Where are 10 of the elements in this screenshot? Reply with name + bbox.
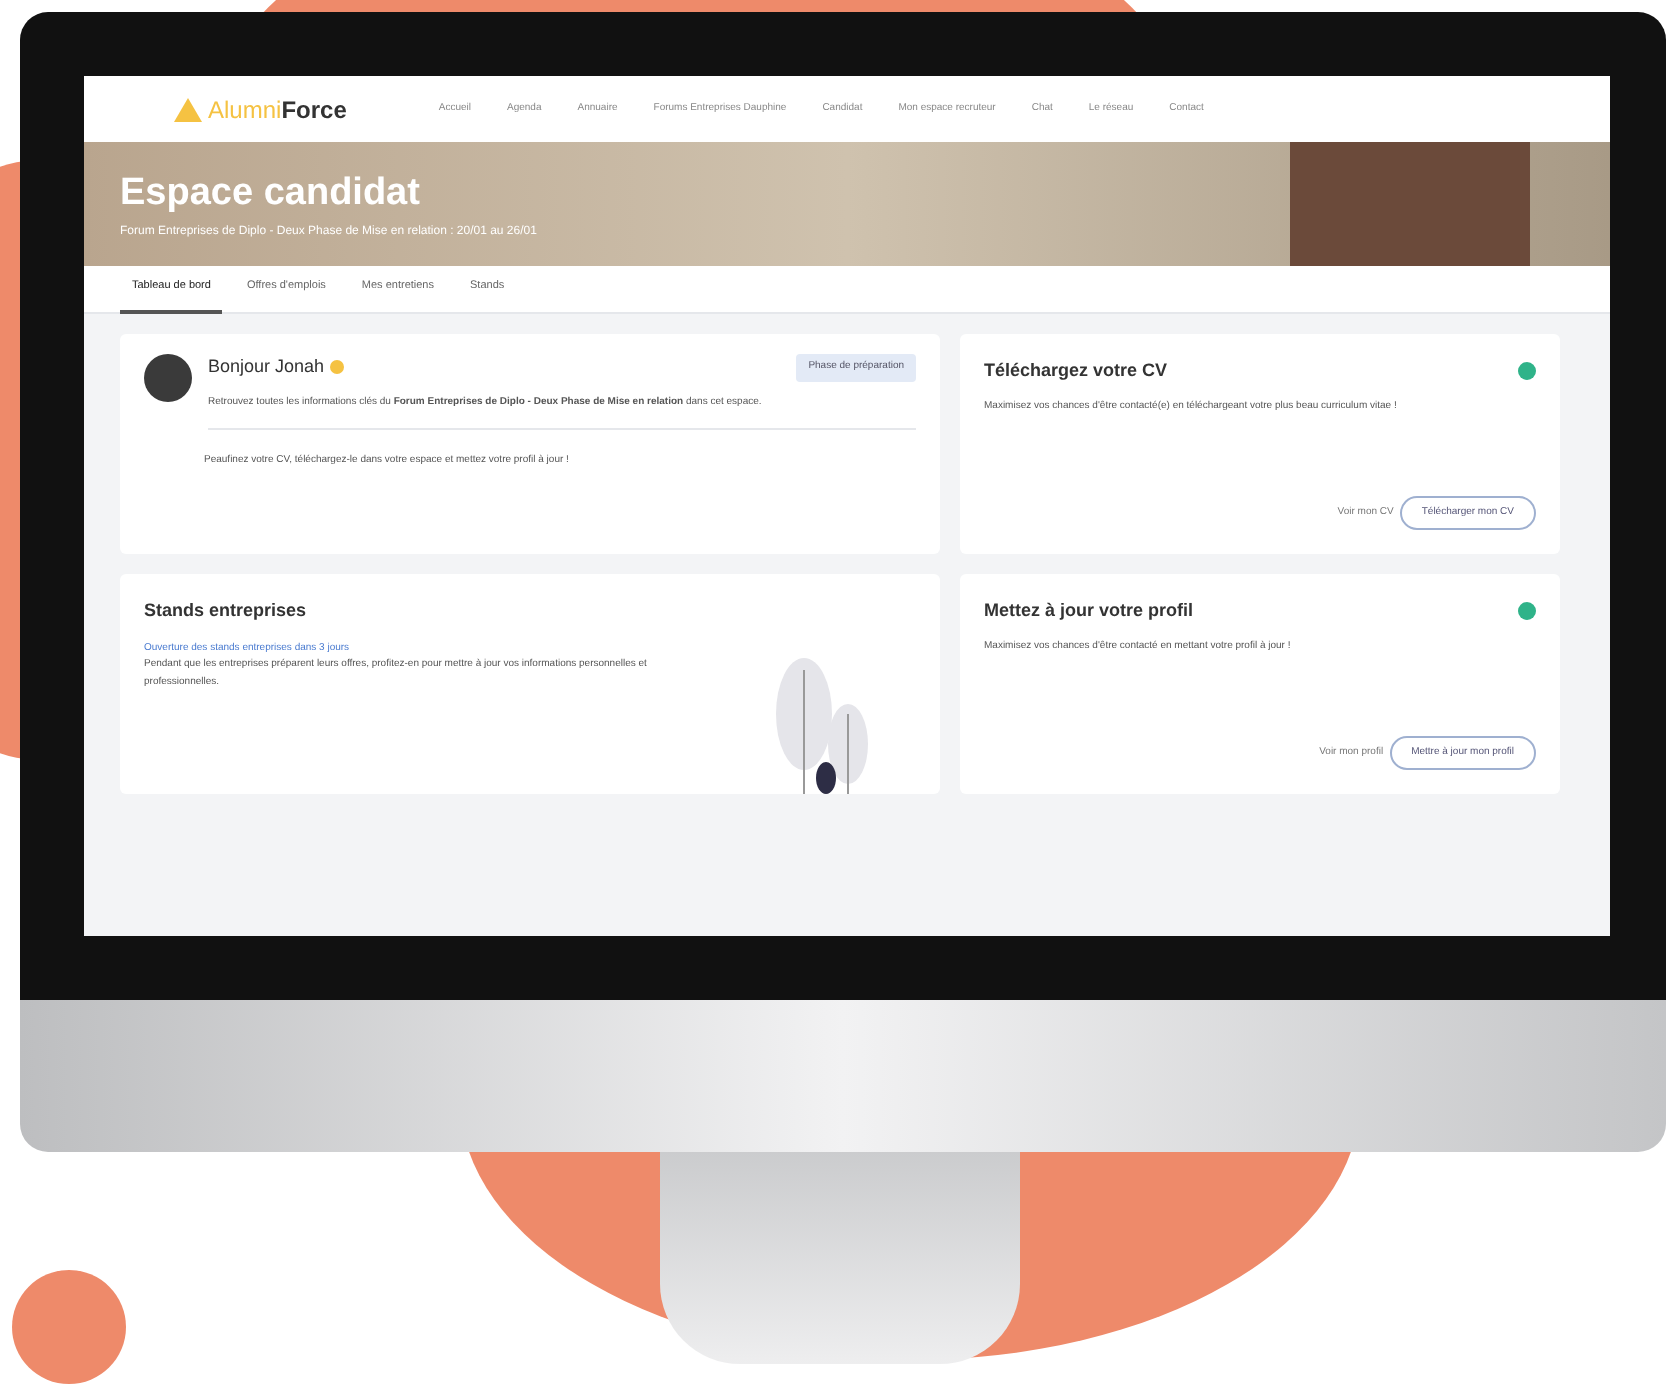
logo-icon [174,97,202,121]
card-title: Téléchargez votre CV [984,358,1168,384]
logo-text[interactable]: AlumniForce [208,91,347,127]
greeting: Bonjour Jonah [208,354,325,380]
card-title: Stands entreprises [144,598,309,624]
emoji-icon [330,360,345,375]
trees-drawing [776,658,868,794]
avatar [144,354,192,402]
banner-title: Espace candidat [120,170,422,219]
card-title: Mettez à jour votre profil [984,598,1194,624]
